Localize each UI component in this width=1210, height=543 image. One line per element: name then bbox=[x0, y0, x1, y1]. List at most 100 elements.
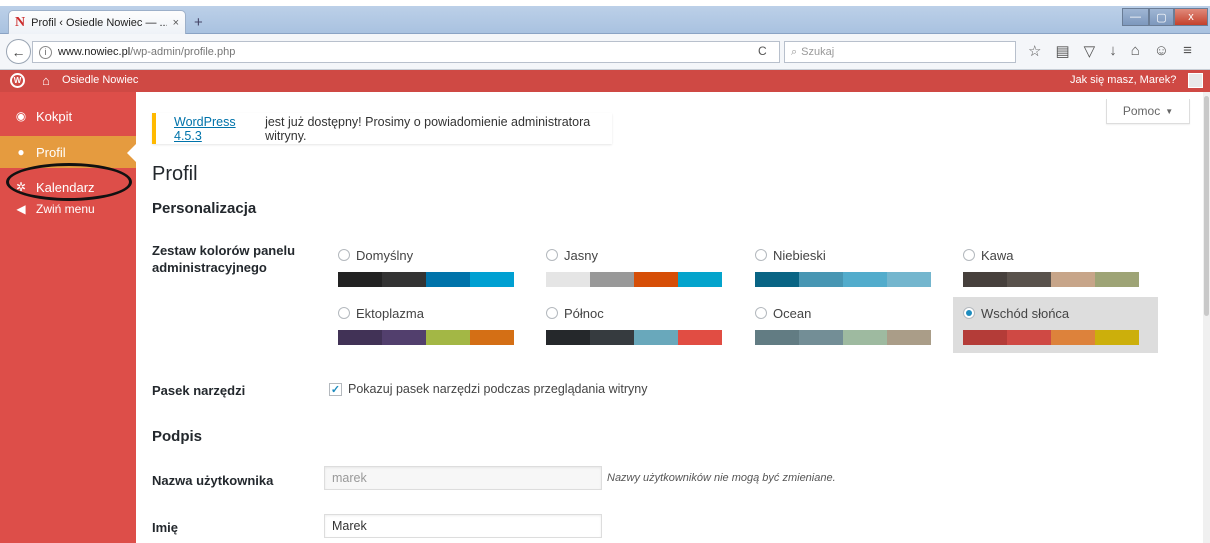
color-scheme-radio[interactable] bbox=[963, 307, 975, 319]
window-close-button[interactable]: x bbox=[1174, 8, 1208, 26]
wp-admin-bar: W ⌂ Osiedle Nowiec Jak się masz, Marek? bbox=[0, 70, 1210, 92]
sidebar-item-label: Profil bbox=[36, 144, 66, 160]
pocket-icon[interactable]: ▽ bbox=[1084, 42, 1096, 60]
color-scheme-name: Wschód słońca bbox=[981, 305, 1070, 321]
color-scheme-name: Północ bbox=[564, 305, 604, 321]
reading-list-icon[interactable]: ▤ bbox=[1055, 42, 1069, 60]
color-scheme-name: Kawa bbox=[981, 247, 1014, 263]
color-swatch bbox=[843, 272, 887, 287]
firstname-field[interactable]: Marek bbox=[324, 514, 602, 538]
color-scheme-name: Domyślny bbox=[356, 247, 414, 263]
color-scheme-option[interactable]: Domyślny bbox=[338, 246, 514, 287]
color-scheme-option[interactable]: Północ bbox=[546, 304, 722, 345]
info-icon[interactable]: i bbox=[39, 45, 52, 59]
site-name-link[interactable]: Osiedle Nowiec bbox=[62, 74, 138, 86]
collapse-icon: ◀ bbox=[16, 202, 26, 216]
toolbar-checkbox[interactable]: ✓ bbox=[329, 383, 342, 396]
color-scheme-radio[interactable] bbox=[338, 307, 350, 319]
new-tab-button[interactable]: + bbox=[194, 14, 203, 31]
color-scheme-option-label-row: Jasny bbox=[546, 246, 722, 264]
color-scheme-option[interactable]: Ocean bbox=[755, 304, 931, 345]
wordpress-logo-icon[interactable]: W bbox=[10, 73, 25, 88]
color-scheme-radio[interactable] bbox=[546, 307, 558, 319]
color-swatch bbox=[634, 330, 678, 345]
color-scheme-radio[interactable] bbox=[963, 249, 975, 261]
color-scheme-option[interactable]: Jasny bbox=[546, 246, 722, 287]
username-field: marek bbox=[324, 466, 602, 490]
account-greeting[interactable]: Jak się masz, Marek? bbox=[1070, 74, 1176, 86]
browser-nav-bar: ← i www.nowiec.pl/wp-admin/profile.php C… bbox=[0, 34, 1210, 70]
section-heading-personal: Personalizacja bbox=[152, 200, 257, 217]
color-swatch bbox=[426, 272, 470, 287]
color-scheme-radio[interactable] bbox=[338, 249, 350, 261]
browser-tab-bar: N Profil ‹ Osiedle Nowiec — ... × + — ▢ … bbox=[0, 6, 1210, 34]
menu-icon[interactable]: ≡ bbox=[1183, 42, 1192, 60]
color-swatch bbox=[887, 330, 931, 345]
download-icon[interactable]: ↓ bbox=[1109, 42, 1117, 60]
username-description: Nazwy użytkowników nie mogą być zmienian… bbox=[607, 472, 836, 484]
search-input[interactable]: ⌕ Szukaj bbox=[784, 41, 1016, 63]
color-scheme-option-label-row: Niebieski bbox=[755, 246, 931, 264]
color-scheme-radio[interactable] bbox=[755, 307, 767, 319]
color-swatch bbox=[887, 272, 931, 287]
color-swatches bbox=[755, 272, 931, 287]
reload-icon[interactable]: C bbox=[758, 44, 767, 58]
color-swatch bbox=[1007, 272, 1051, 287]
color-swatches bbox=[546, 272, 722, 287]
color-scheme-option[interactable]: Kawa bbox=[963, 246, 1139, 287]
color-scheme-option[interactable]: Ektoplazma bbox=[338, 304, 514, 345]
site-favicon-icon: N bbox=[15, 14, 26, 30]
sidebar-item-label: Kokpit bbox=[36, 108, 73, 124]
toolbar-label: Pasek narzędzi bbox=[152, 383, 246, 398]
search-placeholder: Szukaj bbox=[801, 46, 835, 58]
update-notice: WordPress 4.5.3 jest już dostępny! Prosi… bbox=[152, 113, 612, 144]
window-maximize-button[interactable]: ▢ bbox=[1149, 8, 1174, 26]
color-swatch bbox=[590, 330, 634, 345]
color-scheme-radio[interactable] bbox=[755, 249, 767, 261]
tab-close-icon[interactable]: × bbox=[173, 17, 179, 29]
browser-tab[interactable]: N Profil ‹ Osiedle Nowiec — ... × bbox=[8, 10, 186, 34]
color-scheme-radio[interactable] bbox=[546, 249, 558, 261]
toolbar-checkbox-label: Pokazuj pasek narzędzi podczas przegląda… bbox=[348, 382, 648, 396]
color-swatch bbox=[755, 330, 799, 345]
hand-drawn-circle-annotation bbox=[6, 163, 132, 201]
color-swatch bbox=[1051, 272, 1095, 287]
url-bar[interactable]: i www.nowiec.pl/wp-admin/profile.php bbox=[32, 41, 780, 63]
user-icon: ● bbox=[17, 145, 25, 159]
color-swatch bbox=[755, 272, 799, 287]
color-swatches bbox=[963, 272, 1139, 287]
color-scheme-option[interactable]: Wschód słońca bbox=[963, 304, 1139, 345]
page-title: Profil bbox=[152, 163, 198, 185]
avatar[interactable] bbox=[1188, 73, 1203, 88]
color-scheme-name: Jasny bbox=[564, 247, 598, 263]
search-icon: ⌕ bbox=[791, 45, 798, 58]
color-scheme-name: Ektoplazma bbox=[356, 305, 424, 321]
color-scheme-option[interactable]: Niebieski bbox=[755, 246, 931, 287]
bookmark-star-icon[interactable]: ☆ bbox=[1028, 42, 1041, 60]
color-swatch bbox=[1007, 330, 1051, 345]
update-link[interactable]: WordPress 4.5.3 bbox=[174, 115, 261, 143]
color-swatch bbox=[963, 330, 1007, 345]
help-label: Pomoc bbox=[1122, 104, 1161, 118]
window-minimize-button[interactable]: — bbox=[1122, 8, 1149, 26]
color-swatch bbox=[678, 330, 722, 345]
color-swatch bbox=[382, 272, 426, 287]
color-swatches bbox=[963, 330, 1139, 345]
sidebar-item-kokpit[interactable]: ◉ Kokpit bbox=[0, 100, 136, 132]
home-icon[interactable]: ⌂ bbox=[1131, 42, 1140, 60]
dashboard-icon: ◉ bbox=[15, 109, 27, 123]
color-swatch bbox=[963, 272, 1007, 287]
color-swatch bbox=[338, 330, 382, 345]
color-scheme-name: Ocean bbox=[773, 305, 812, 321]
help-button[interactable]: Pomoc ▼ bbox=[1106, 99, 1190, 124]
color-swatch bbox=[338, 272, 382, 287]
page-scrollbar-thumb[interactable] bbox=[1204, 96, 1209, 316]
firstname-value: Marek bbox=[332, 519, 367, 533]
chat-icon[interactable]: ☺ bbox=[1154, 42, 1169, 60]
site-home-icon[interactable]: ⌂ bbox=[42, 73, 50, 88]
sidebar-item-label: Zwiń menu bbox=[36, 202, 95, 216]
back-arrow-icon[interactable]: ← bbox=[6, 39, 31, 64]
tab-title: Profil ‹ Osiedle Nowiec — ... bbox=[31, 16, 167, 29]
color-swatch bbox=[799, 272, 843, 287]
section-heading-name: Podpis bbox=[152, 428, 203, 445]
